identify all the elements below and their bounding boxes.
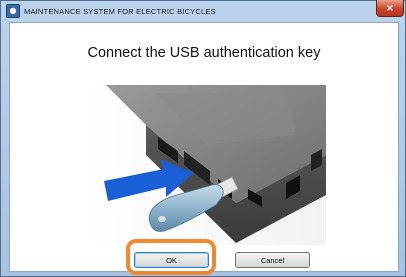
ok-button[interactable]: OK (134, 252, 209, 268)
window-title: MAINTENANCE SYSTEM FOR ELECTRIC BICYCLES (24, 6, 216, 16)
close-button[interactable]: × (376, 0, 404, 17)
title-bar[interactable]: ● MAINTENANCE SYSTEM FOR ELECTRIC BICYCL… (1, 0, 405, 21)
close-icon: × (385, 2, 395, 14)
usb-key-hole (158, 216, 166, 222)
usb-instruction-image (86, 85, 326, 245)
dialog-heading: Connect the USB authentication key (87, 45, 321, 61)
dialog-body: Connect the USB authentication key OK Ca… (9, 22, 399, 275)
cancel-button[interactable]: Cancel (235, 252, 310, 268)
app-icon: ● (6, 4, 20, 18)
dialog-window: ● MAINTENANCE SYSTEM FOR ELECTRIC BICYCL… (0, 0, 406, 277)
